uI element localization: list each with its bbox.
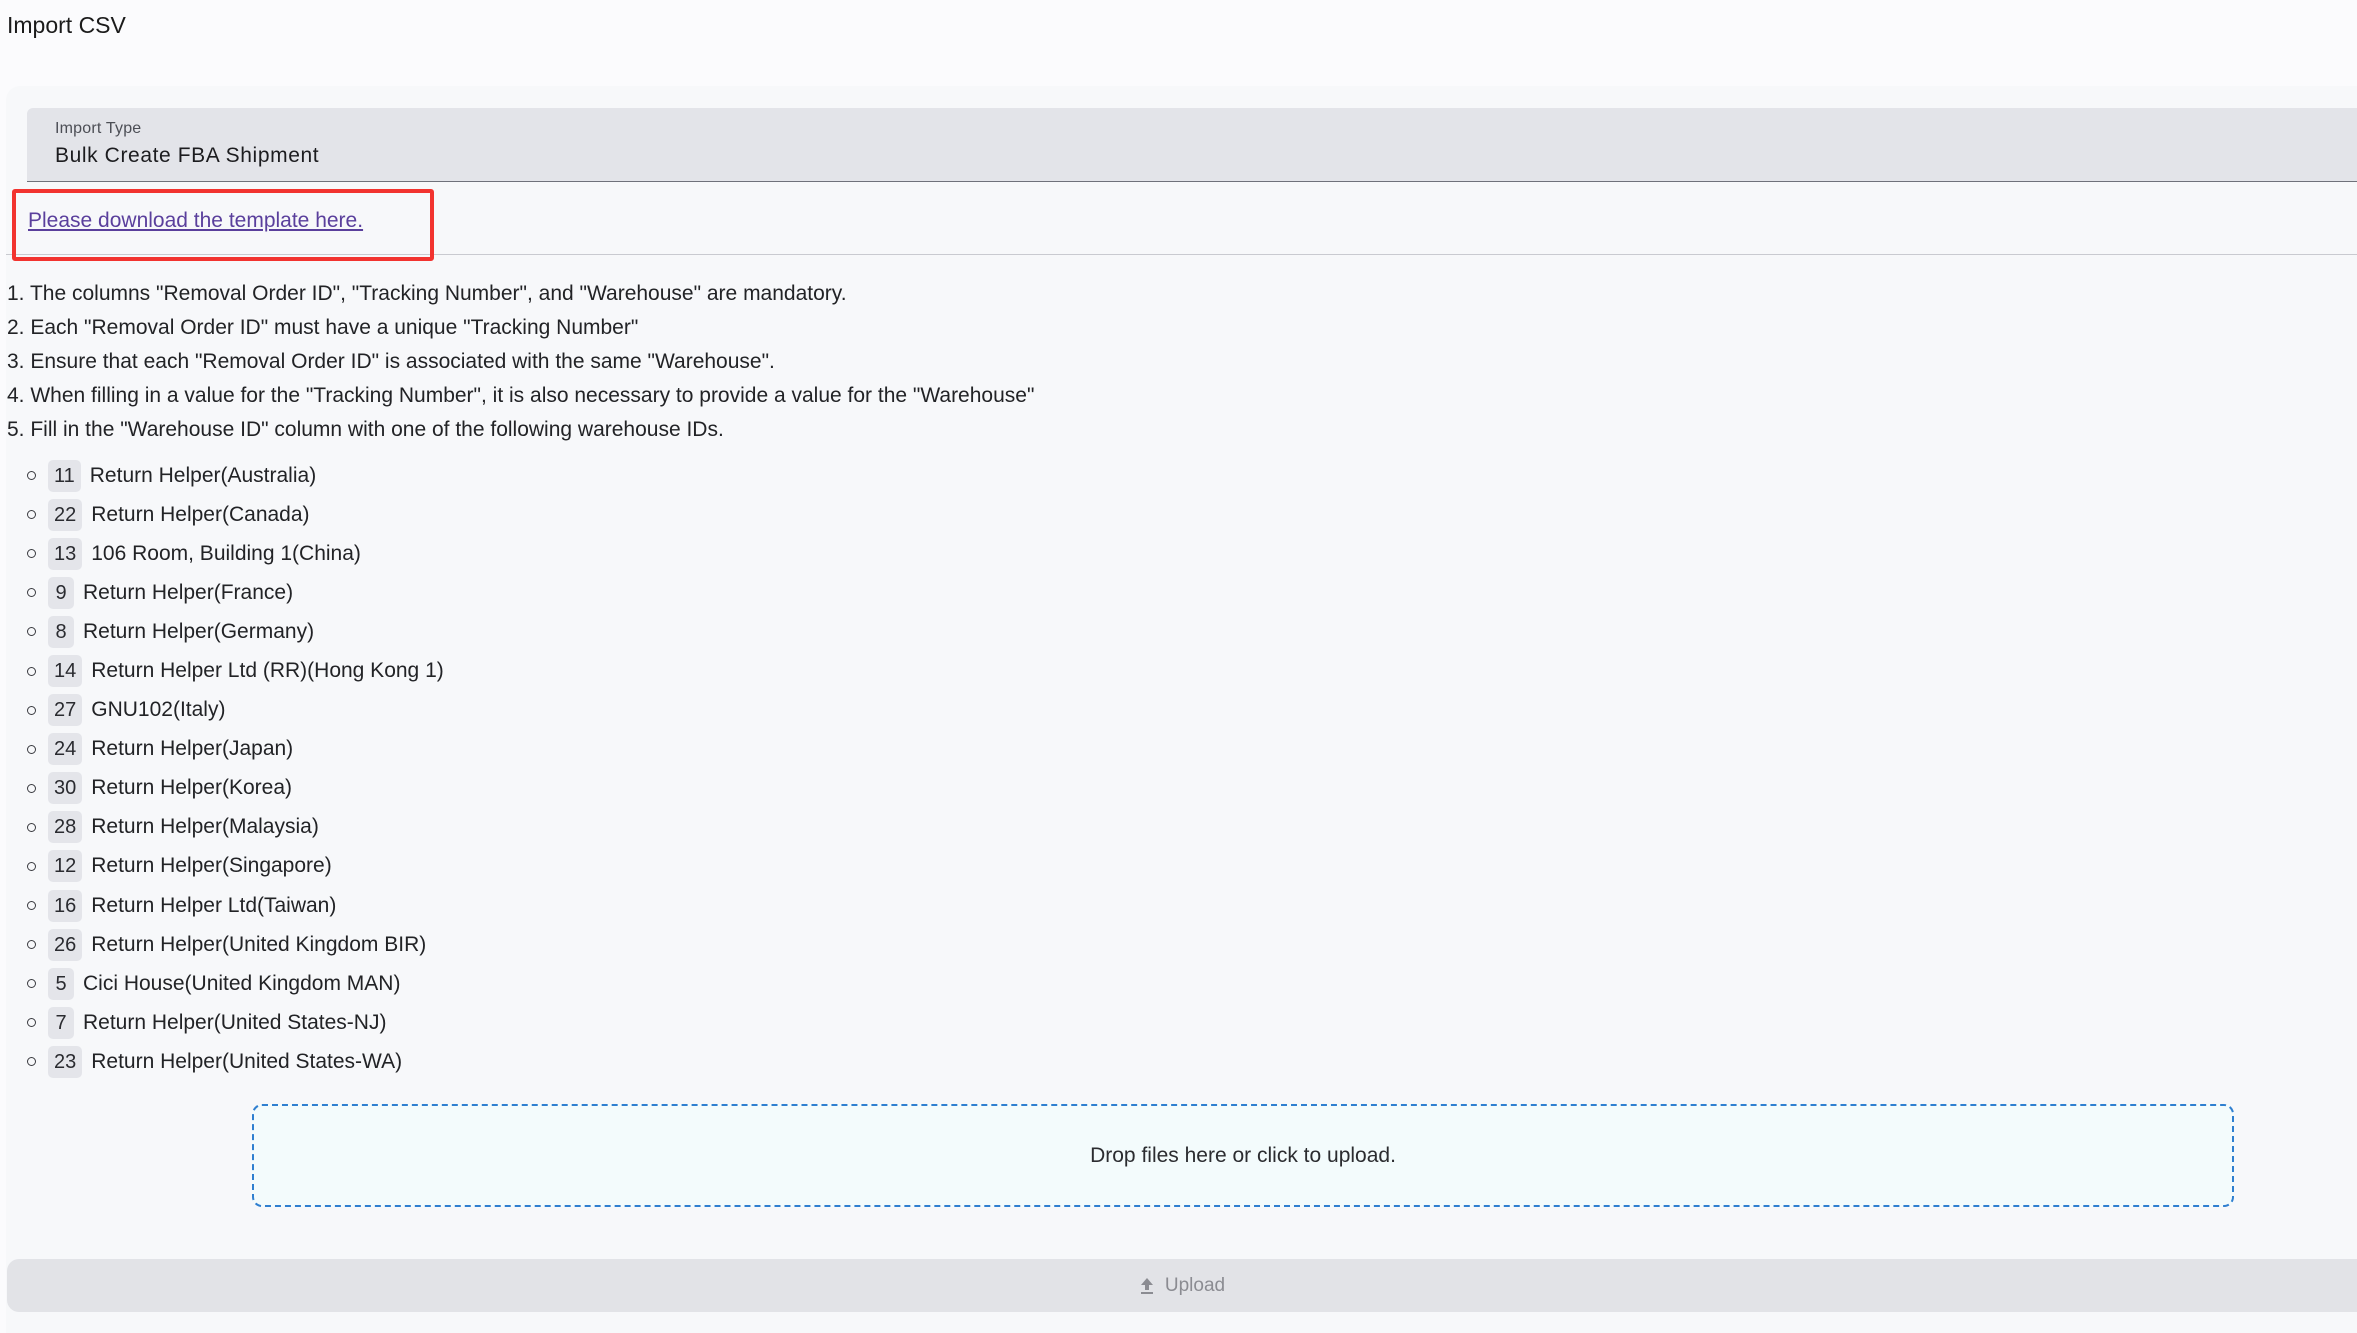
- warehouse-id: 14: [48, 655, 83, 688]
- bullet-icon: [27, 1057, 36, 1067]
- warehouse-id: 23: [48, 1045, 83, 1078]
- upload-label: Upload: [1164, 1274, 1226, 1296]
- bullet-icon: [27, 901, 36, 911]
- bullet-icon: [27, 549, 36, 559]
- warehouse-name: Return Helper Ltd (RR)(Hong Kong 1): [91, 659, 444, 683]
- bullet-icon: [27, 861, 36, 871]
- warehouse-name: GNU102(Italy): [91, 698, 226, 722]
- warehouse-id: 13: [48, 537, 83, 570]
- warehouse-item: 14 Return Helper Ltd (RR)(Hong Kong 1): [27, 651, 444, 690]
- rule-item: 3. Ensure that each "Removal Order ID" i…: [7, 350, 775, 373]
- warehouse-id: 11: [48, 459, 81, 492]
- warehouse-id: 12: [48, 850, 83, 883]
- warehouse-name: 106 Room, Building 1(China): [91, 541, 361, 565]
- warehouse-name: Return Helper(Germany): [83, 619, 315, 643]
- rule-item: 5. Fill in the "Warehouse ID" column wit…: [7, 418, 724, 441]
- warehouse-name: Return Helper Ltd(Taiwan): [91, 893, 337, 917]
- rule-item: 4. When filling in a value for the "Trac…: [7, 384, 1035, 407]
- import-type-value: Bulk Create FBA Shipment: [55, 144, 320, 167]
- warehouse-name: Return Helper(Korea): [91, 776, 293, 800]
- bullet-icon: [27, 666, 36, 676]
- bullet-icon: [27, 1018, 36, 1028]
- bullet-icon: [27, 627, 36, 637]
- warehouse-item: 27 GNU102(Italy): [27, 691, 444, 730]
- warehouse-id: 28: [48, 811, 83, 844]
- warehouse-item: 7 Return Helper(United States-NJ): [27, 1003, 444, 1042]
- warehouse-name: Return Helper(Singapore): [91, 854, 332, 878]
- bullet-icon: [27, 783, 36, 793]
- upload-button[interactable]: Upload: [7, 1259, 2357, 1312]
- warehouse-item: 9 Return Helper(France): [27, 573, 444, 612]
- warehouse-item: 26 Return Helper(United Kingdom BIR): [27, 925, 444, 964]
- bullet-icon: [27, 510, 36, 520]
- warehouse-id: 24: [48, 733, 83, 766]
- rules-list: 1. The columns "Removal Order ID", "Trac…: [7, 281, 1034, 451]
- upload-icon: [1139, 1277, 1155, 1295]
- warehouse-name: Return Helper(United States-WA): [91, 1049, 403, 1073]
- warehouse-name: Cici House(United Kingdom MAN): [83, 971, 401, 995]
- warehouse-item: 13 106 Room, Building 1(China): [27, 534, 444, 573]
- bullet-icon: [27, 471, 36, 481]
- warehouse-name: Return Helper(France): [83, 580, 294, 604]
- warehouse-name: Return Helper(Australia): [89, 463, 317, 487]
- warehouse-name: Return Helper(United Kingdom BIR): [91, 932, 427, 956]
- warehouse-id: 26: [48, 928, 83, 961]
- warehouse-id: 22: [48, 498, 83, 531]
- warehouse-item: 12 Return Helper(Singapore): [27, 847, 444, 886]
- warehouse-item: 28 Return Helper(Malaysia): [27, 808, 444, 847]
- bullet-icon: [27, 588, 36, 598]
- bullet-icon: [27, 979, 36, 989]
- bullet-icon: [27, 822, 36, 832]
- warehouse-name: Return Helper(Canada): [91, 502, 310, 526]
- warehouse-name: Return Helper(Japan): [91, 737, 294, 761]
- warehouse-id: 30: [48, 772, 83, 805]
- warehouse-item: 11 Return Helper(Australia): [27, 456, 444, 495]
- warehouse-item: 30 Return Helper(Korea): [27, 769, 444, 808]
- bullet-icon: [27, 705, 36, 715]
- warehouse-item: 22 Return Helper(Canada): [27, 495, 444, 534]
- bullet-icon: [27, 744, 36, 754]
- download-template-link[interactable]: Please download the template here.: [28, 209, 363, 233]
- warehouse-list: 11 Return Helper(Australia) 22 Return Help…: [27, 456, 444, 1082]
- warehouse-id: 5: [48, 967, 74, 1000]
- import-type-select[interactable]: Import Type Bulk Create FBA Shipment: [27, 108, 2357, 182]
- page-title: Import CSV: [7, 12, 126, 38]
- import-type-label: Import Type: [55, 120, 142, 137]
- warehouse-item: 23 Return Helper(United States-WA): [27, 1042, 444, 1081]
- warehouse-item: 24 Return Helper(Japan): [27, 730, 444, 769]
- warehouse-name: Return Helper(Malaysia): [91, 815, 319, 839]
- warehouse-id: 27: [48, 694, 83, 727]
- warehouse-item: 16 Return Helper Ltd(Taiwan): [27, 886, 444, 925]
- warehouse-id: 9: [48, 576, 74, 609]
- warehouse-name: Return Helper(United States-NJ): [83, 1010, 387, 1034]
- template-row: Please download the template here.: [6, 183, 2357, 255]
- file-dropzone[interactable]: Drop files here or click to upload.: [252, 1104, 2234, 1207]
- warehouse-id: 8: [48, 615, 74, 648]
- warehouse-id: 16: [48, 889, 83, 922]
- warehouse-item: 8 Return Helper(Germany): [27, 612, 444, 651]
- rule-item: 2. Each "Removal Order ID" must have a u…: [7, 316, 639, 339]
- bullet-icon: [27, 940, 36, 950]
- warehouse-id: 7: [48, 1006, 74, 1039]
- warehouse-item: 5 Cici House(United Kingdom MAN): [27, 964, 444, 1003]
- rule-item: 1. The columns "Removal Order ID", "Trac…: [7, 282, 847, 305]
- dropzone-text: Drop files here or click to upload.: [1090, 1143, 1396, 1167]
